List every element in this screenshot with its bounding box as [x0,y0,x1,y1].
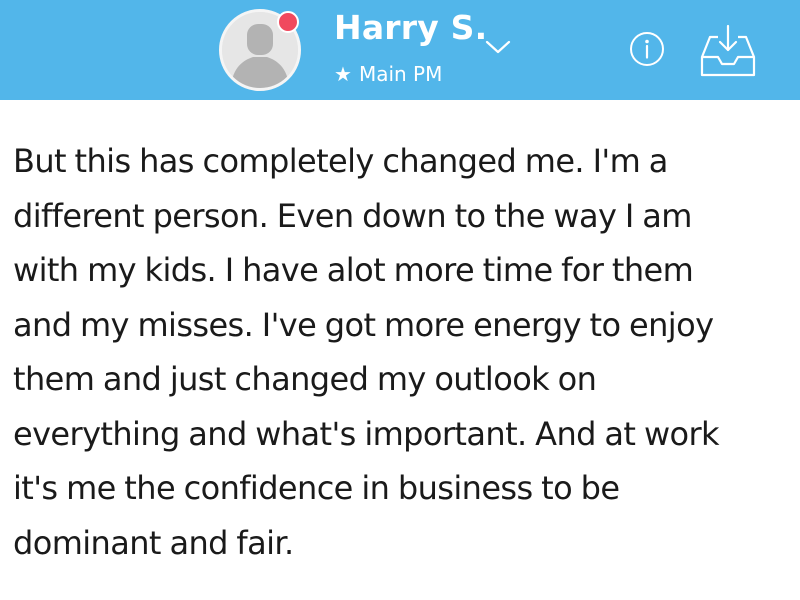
info-icon[interactable] [629,31,665,67]
chevron-down-icon[interactable] [484,38,512,56]
message-line: But this has completely changed me. I'm … [13,142,668,180]
message-line: them and just changed my outlook on [13,360,597,398]
contact-name[interactable]: Harry S. [334,8,487,47]
star-icon: ★ [334,62,352,86]
message-body: But this has completely changed me. I'm … [13,134,788,570]
conversation-header: Harry S. ★ Main PM [0,0,800,100]
message-line: everything and what's important. And at … [13,414,720,453]
message-line: and my misses. I've got more energy to e… [13,305,714,344]
conversation-type-label: Main PM [358,62,443,86]
status-dot [277,11,299,33]
message-line: with my kids. I have alot more time for … [13,251,694,289]
conversation-subtitle: ★ Main PM [334,62,442,86]
message-line: different person. Even down to the way I… [13,196,692,235]
inbox-download-icon[interactable] [699,23,757,79]
message-line: it's me the confidence in business to be [13,469,620,507]
message-line: dominant and fair. [13,523,294,562]
